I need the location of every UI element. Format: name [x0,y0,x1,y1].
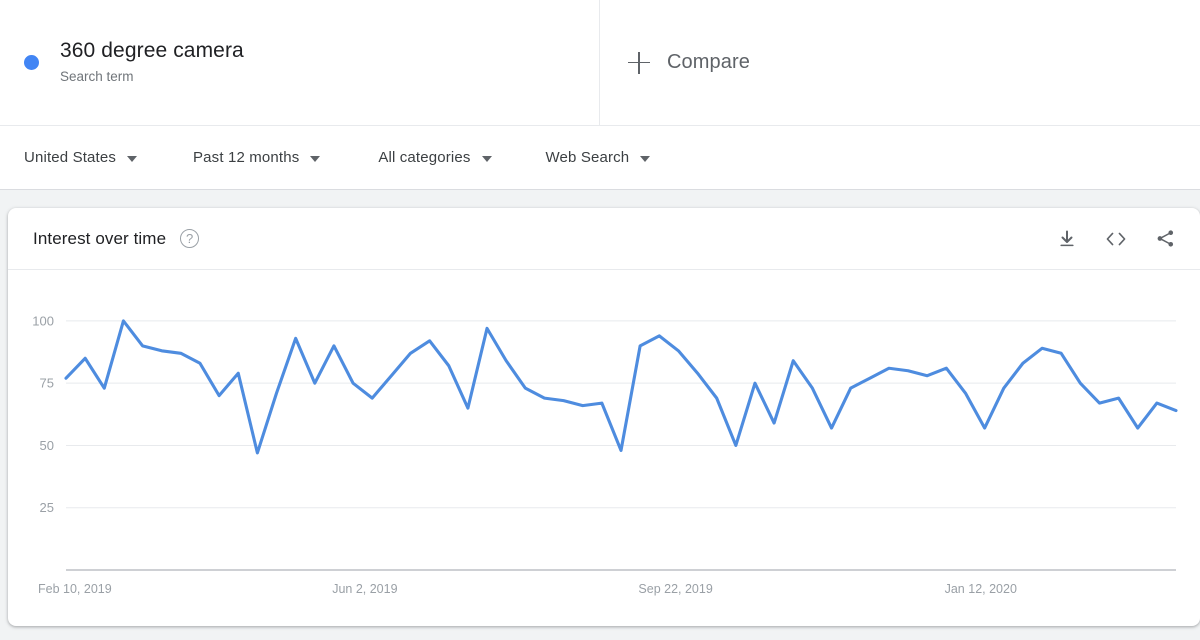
filter-category-label: All categories [378,149,471,166]
search-term-type: Search term [60,69,134,84]
download-icon[interactable] [1057,229,1077,249]
card-container: Interest over time ? 25 50 75 100 Feb 10… [0,208,1200,640]
chevron-down-icon [640,155,651,162]
x-axis-tick: Jan 12, 2020 [945,582,1017,596]
compare-button[interactable]: Compare [600,0,1200,125]
x-axis-tick: Feb 10, 2019 [38,582,112,596]
chevron-down-icon [481,155,492,162]
search-term-card[interactable]: 360 degree camera Search term [0,0,600,125]
chart-svg: 25 50 75 100 Feb 10, 2019 Jun 2, 2019 Sep 22, … [32,313,1178,596]
y-axis-tick: 75 [40,376,54,391]
trend-line [64,319,1178,455]
section-spacer [0,190,1200,208]
interest-over-time-chart[interactable]: 25 50 75 100 Feb 10, 2019 Jun 2, 2019 Sep 22, … [8,270,1200,626]
filter-search-type[interactable]: Web Search [546,149,651,166]
card-actions [1057,228,1176,249]
chevron-down-icon [127,155,138,162]
compare-label: Compare [667,51,750,73]
search-term-label: 360 degree camera [60,39,244,62]
filter-time-range-label: Past 12 months [193,149,300,166]
x-axis-tick: Jun 2, 2019 [332,582,397,596]
y-axis-tick: 100 [32,313,54,328]
embed-code-icon[interactable] [1104,229,1128,249]
y-axis-tick: 50 [40,438,54,453]
filter-time-range[interactable]: Past 12 months [193,149,321,166]
series-color-dot [24,55,39,70]
interest-over-time-card: Interest over time ? 25 50 75 100 Feb 10… [8,208,1200,626]
filter-location[interactable]: United States [24,149,138,166]
filter-location-label: United States [24,149,117,166]
filter-category[interactable]: All categories [378,149,492,166]
card-header: Interest over time ? [8,208,1200,270]
filter-search-type-label: Web Search [545,149,630,166]
filter-bar: United States Past 12 months All categor… [0,126,1200,190]
search-term-text: 360 degree camera Search term [60,38,244,87]
help-circle-icon[interactable]: ? [180,229,200,248]
plus-icon [628,51,650,74]
x-axis-tick: Sep 22, 2019 [638,582,712,596]
card-title: Interest over time [33,228,167,248]
query-bar: 360 degree camera Search term Compare [0,0,1200,126]
y-axis-tick: 25 [40,500,54,515]
share-icon[interactable] [1155,228,1176,249]
chevron-down-icon [310,155,321,162]
